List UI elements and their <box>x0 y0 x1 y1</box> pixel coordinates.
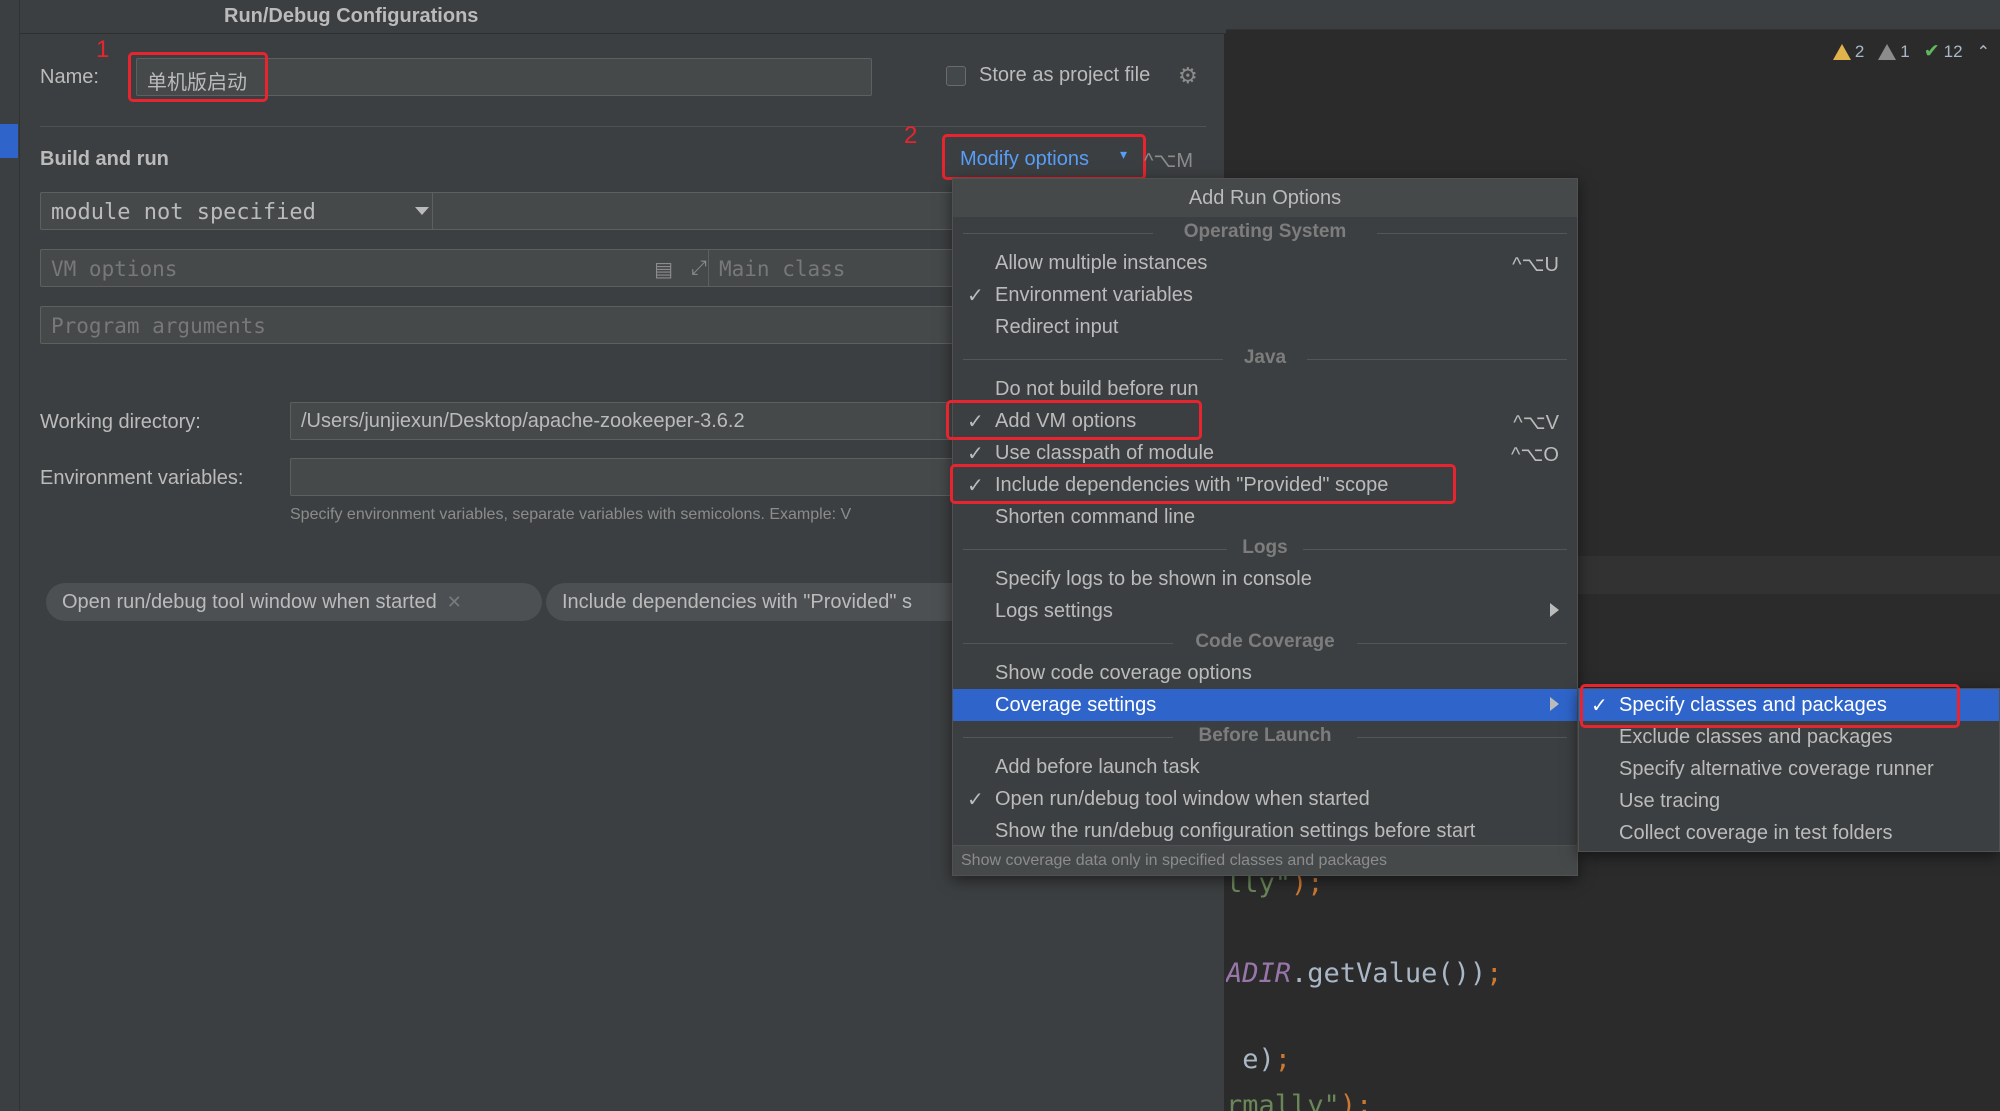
option-chip-label: Open run/debug tool window when started <box>62 591 437 613</box>
check-icon: ✔ <box>1923 41 1940 62</box>
menu-item-show-settings-before-start[interactable]: Show the run/debug configuration setting… <box>953 815 1577 847</box>
menu-title: Add Run Options <box>953 179 1577 217</box>
menu-section-before-launch: Before Launch <box>953 725 1577 749</box>
ok-count: 12 <box>1943 41 1963 61</box>
weak-warnings-count: 1 <box>1900 41 1910 61</box>
vm-options-placeholder: VM options <box>51 257 178 281</box>
menu-item-use-classpath[interactable]: ✓ Use classpath of module ^⌥O <box>953 437 1577 469</box>
menu-item-do-not-build[interactable]: Do not build before run <box>953 373 1577 405</box>
dialog-title-bar[interactable]: Run/Debug Configurations <box>20 0 1226 34</box>
warnings-indicator[interactable]: 2 <box>1832 41 1865 62</box>
add-run-options-menu: Add Run Options Operating System Allow m… <box>952 178 1578 876</box>
working-directory-value: /Users/junjiexun/Desktop/apache-zookeepe… <box>301 410 745 432</box>
module-combobox[interactable]: module not specified <box>40 192 440 230</box>
program-arguments-placeholder: Program arguments <box>51 314 266 338</box>
editor-tab-bar <box>1226 0 2000 30</box>
menu-item-include-provided[interactable]: ✓ Include dependencies with "Provided" s… <box>953 469 1577 501</box>
module-value: module not specified <box>51 200 316 225</box>
menu-section-operating-system: Operating System <box>953 221 1577 245</box>
menu-item-logs-settings[interactable]: Logs settings <box>953 595 1577 627</box>
environment-variables-input[interactable] <box>290 458 972 496</box>
main-class-input[interactable]: Main class <box>708 249 972 287</box>
annotation-number-2: 2 <box>904 122 918 149</box>
inspection-widget[interactable]: 2 1 ✔ 12 ⌃ <box>1832 40 1990 63</box>
modify-options-shortcut: ^⌥M <box>1144 150 1194 172</box>
ok-indicator[interactable]: ✔ 12 <box>1924 40 1963 63</box>
dialog-title: Run/Debug Configurations <box>224 5 479 27</box>
submenu-item-alternative-runner[interactable]: Specify alternative coverage runner <box>1579 753 1999 785</box>
divider <box>40 126 1206 127</box>
menu-item-shorten-command-line[interactable]: Shorten command line <box>953 501 1577 533</box>
chevron-up-icon[interactable]: ⌃ <box>1977 42 1990 62</box>
checkmark-icon: ✓ <box>967 475 984 497</box>
configuration-list-stripe <box>0 0 20 1111</box>
environment-variables-label: Environment variables: <box>40 467 244 489</box>
submenu-item-specify-classes[interactable]: ✓ Specify classes and packages <box>1579 689 1999 721</box>
selected-configuration-marker <box>0 124 18 158</box>
expand-icon[interactable]: ⤢ <box>691 257 707 280</box>
code-line: e); <box>1226 1044 1292 1075</box>
menu-item-add-before-launch-task[interactable]: Add before launch task <box>953 751 1577 783</box>
option-chip[interactable]: Include dependencies with "Provided" s <box>546 583 972 621</box>
environment-variables-hint: Specify environment variables, separate … <box>290 506 852 523</box>
jre-combobox[interactable] <box>432 192 972 230</box>
build-and-run-heading: Build and run <box>40 148 169 170</box>
checkmark-icon: ✓ <box>967 789 984 811</box>
checkmark-icon: ✓ <box>967 285 984 307</box>
code-line: rmally"); <box>1226 1090 1373 1111</box>
name-input[interactable]: 单机版启动 <box>136 58 872 96</box>
vm-options-input[interactable]: VM options ▤ ⤢ <box>40 249 720 287</box>
warnings-count: 2 <box>1854 41 1865 61</box>
weak-warning-icon <box>1878 43 1897 60</box>
document-icon[interactable]: ▤ <box>654 257 673 282</box>
menu-footer-hint: Show coverage data only in specified cla… <box>953 845 1577 875</box>
submenu-item-use-tracing[interactable]: Use tracing <box>1579 785 1999 817</box>
store-as-project-label: Store as project file <box>979 64 1151 86</box>
working-directory-input[interactable]: /Users/junjiexun/Desktop/apache-zookeepe… <box>290 402 972 440</box>
modify-options-button[interactable]: Modify options <box>960 148 1089 171</box>
gear-icon[interactable]: ⚙ <box>1178 63 1198 89</box>
checkmark-icon: ✓ <box>1591 695 1608 717</box>
main-class-placeholder: Main class <box>719 257 846 281</box>
submenu-arrow-icon <box>1550 697 1559 711</box>
menu-item-open-tool-window[interactable]: ✓ Open run/debug tool window when starte… <box>953 783 1577 815</box>
weak-warnings-indicator[interactable]: 1 <box>1878 41 1910 62</box>
menu-item-show-coverage-options[interactable]: Show code coverage options <box>953 657 1577 689</box>
name-label: Name: <box>40 66 99 88</box>
option-chip-label: Include dependencies with "Provided" s <box>562 591 912 613</box>
menu-item-specify-logs[interactable]: Specify logs to be shown in console <box>953 563 1577 595</box>
menu-section-java: Java <box>953 347 1577 371</box>
working-directory-label: Working directory: <box>40 411 201 433</box>
coverage-settings-submenu: ✓ Specify classes and packages Exclude c… <box>1578 688 2000 852</box>
submenu-arrow-icon <box>1550 603 1559 617</box>
annotation-number-1: 1 <box>96 36 110 63</box>
menu-item-redirect-input[interactable]: Redirect input <box>953 311 1577 343</box>
checkmark-icon: ✓ <box>967 443 984 465</box>
menu-item-add-vm-options[interactable]: ✓ Add VM options ^⌥V <box>953 405 1577 437</box>
submenu-item-collect-test-folders[interactable]: Collect coverage in test folders <box>1579 817 1999 849</box>
menu-item-coverage-settings[interactable]: Coverage settings <box>953 689 1577 721</box>
warning-icon <box>1832 43 1851 60</box>
code-line: ADIR.getValue()); <box>1226 958 1503 989</box>
menu-item-environment-variables[interactable]: ✓ Environment variables <box>953 279 1577 311</box>
dropdown-arrow-icon <box>415 207 429 215</box>
name-value: 单机版启动 <box>147 72 247 94</box>
store-as-project-checkbox[interactable] <box>946 66 966 86</box>
menu-section-logs: Logs <box>953 537 1577 561</box>
submenu-item-exclude-classes[interactable]: Exclude classes and packages <box>1579 721 1999 753</box>
checkmark-icon: ✓ <box>967 411 984 433</box>
menu-section-code-coverage: Code Coverage <box>953 631 1577 655</box>
menu-item-allow-multiple-instances[interactable]: Allow multiple instances ^⌥U <box>953 247 1577 279</box>
chevron-down-icon: ▾ <box>1120 146 1128 162</box>
option-chip[interactable]: Open run/debug tool window when started ✕ <box>46 583 542 621</box>
close-icon[interactable]: ✕ <box>447 592 462 612</box>
program-arguments-input[interactable]: Program arguments <box>40 306 972 344</box>
